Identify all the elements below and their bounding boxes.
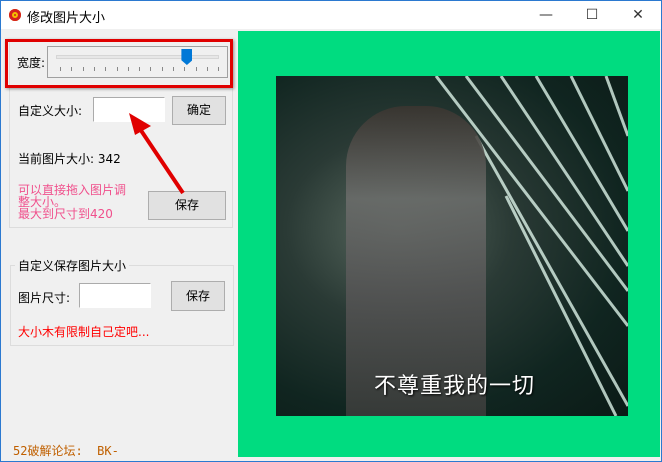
save-group-title: 自定义保存图片大小 [15, 257, 130, 274]
image-preview-area[interactable]: 不尊重我的一切 [238, 31, 660, 457]
close-button[interactable]: ✕ [615, 1, 661, 29]
image-size-input[interactable] [79, 283, 151, 308]
app-window: 修改图片大小 — ☐ ✕ 宽度: 自定义大小: 确定 当前图片大小: 342 可… [0, 0, 662, 462]
limit-note: 大小木有限制自己定吧... [18, 325, 150, 339]
subtitle-text: 不尊重我的一切 [374, 374, 536, 399]
maximize-button[interactable]: ☐ [569, 1, 615, 29]
minimize-button[interactable]: — [523, 1, 569, 29]
annotation-arrow [129, 113, 185, 195]
footer-credit: 52破解论坛: BK- [13, 444, 119, 458]
preview-image: 不尊重我的一切 [276, 76, 628, 416]
image-size-label: 图片尺寸: [18, 291, 71, 305]
save-size-button[interactable]: 保存 [171, 281, 225, 311]
